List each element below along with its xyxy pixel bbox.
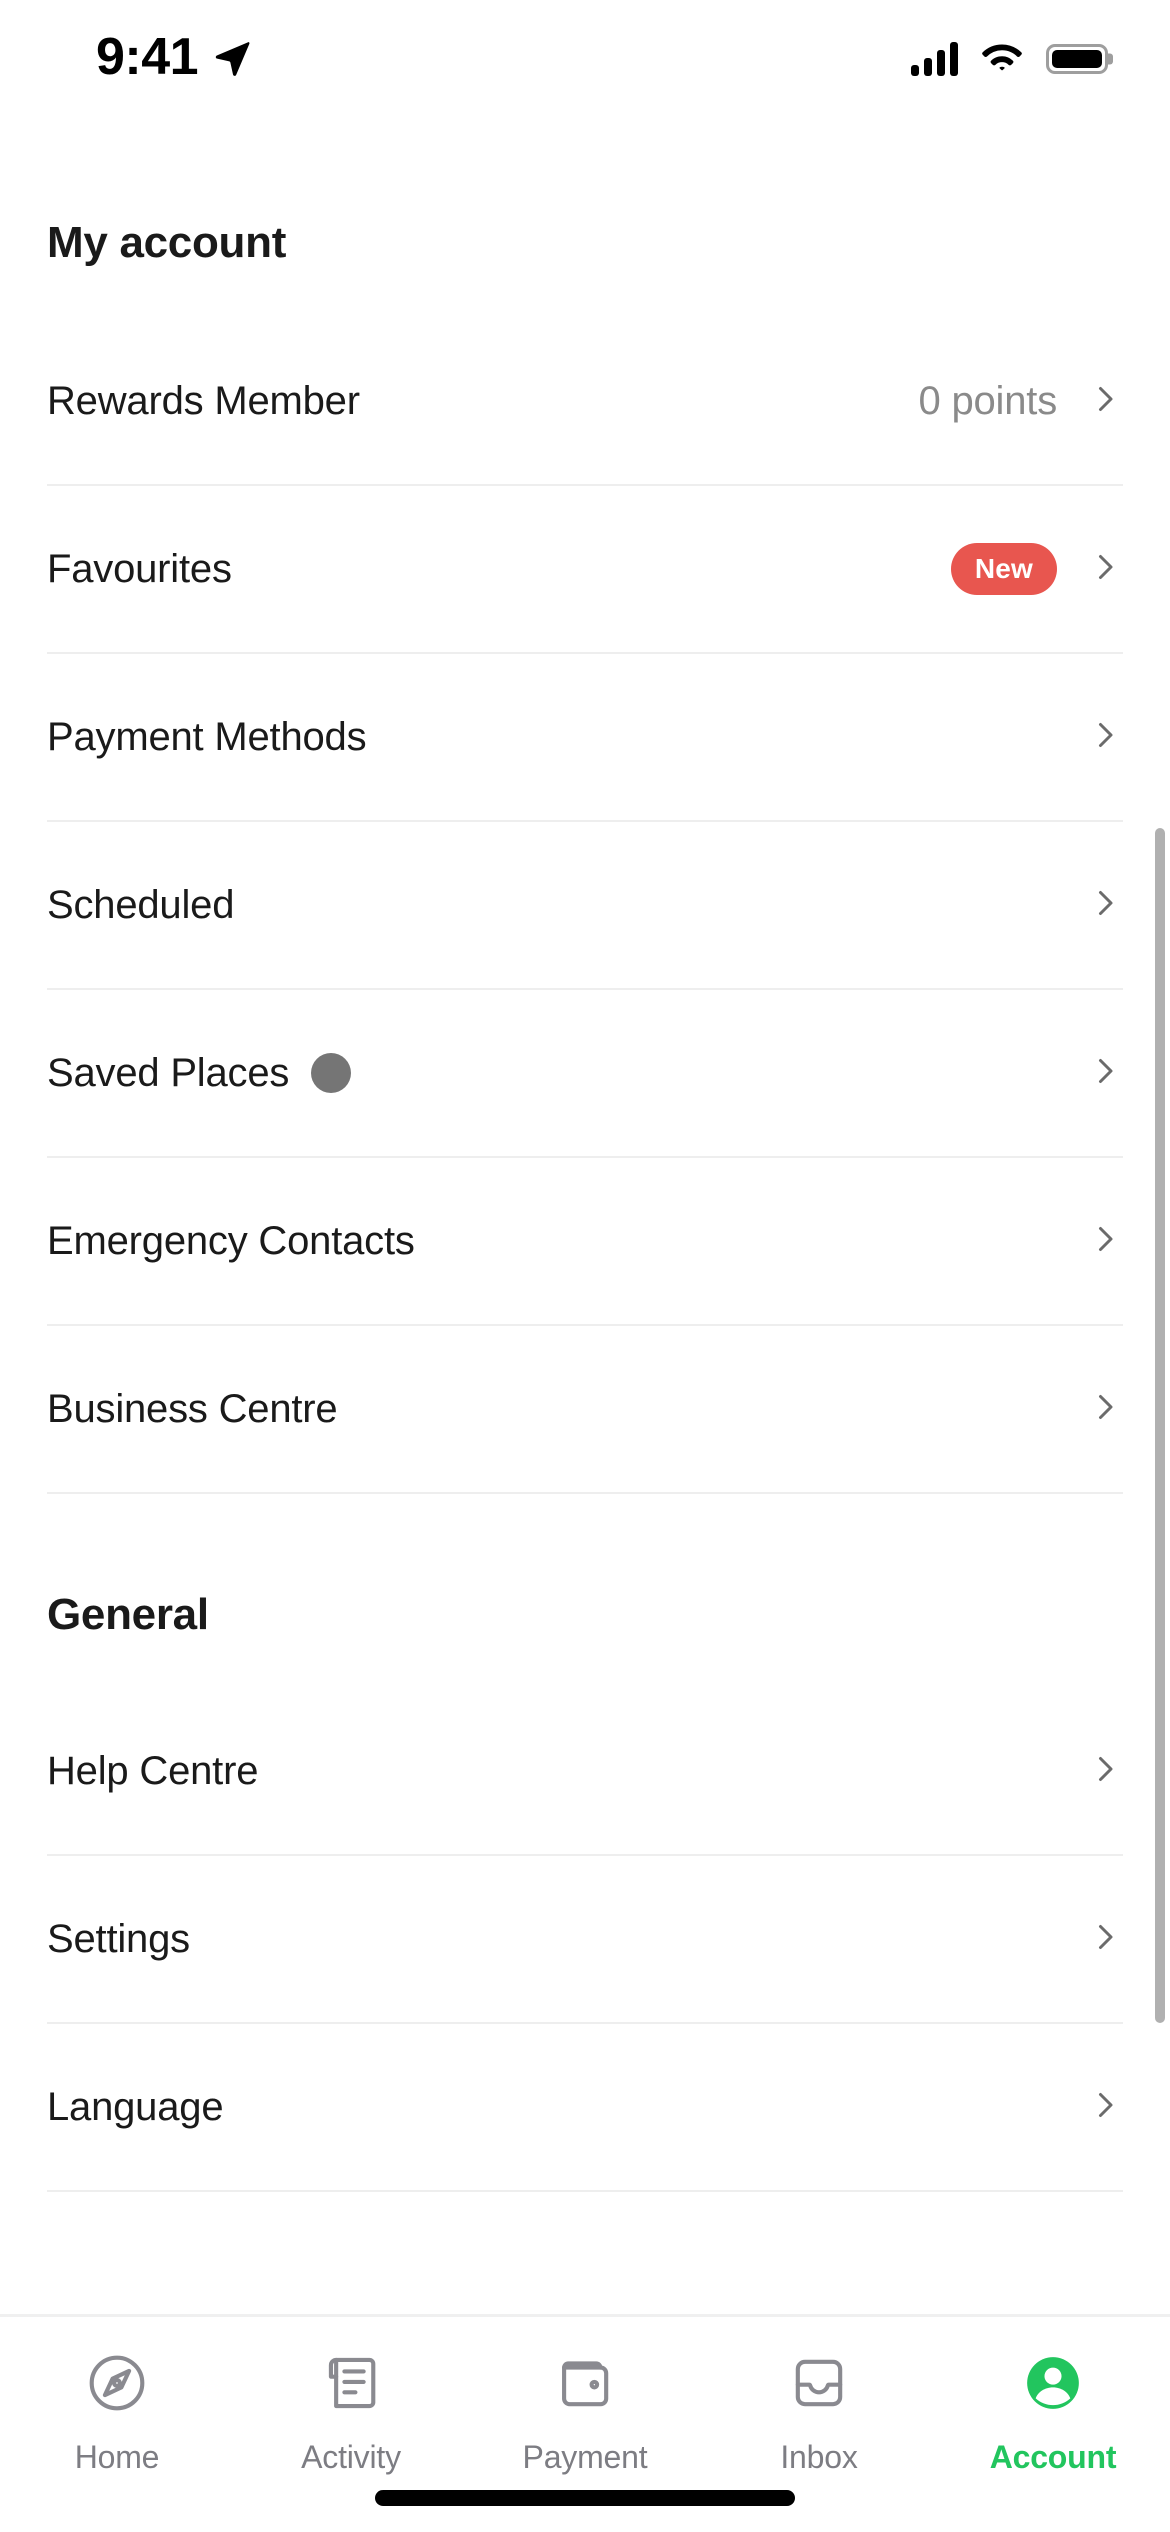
tab-label: Payment [522,2439,648,2475]
status-bar-left: 9:41 [96,31,252,87]
tab-label: Account [989,2439,1117,2475]
row-left: Favourites [47,547,232,592]
tab-payment[interactable]: Payment [468,2345,702,2476]
list-item-label: Scheduled [47,882,235,927]
account-list: Rewards Member 0 points Favourites New P… [47,318,1123,1494]
list-item-business-centre[interactable]: Business Centre [47,1326,1123,1494]
list-item-payment-methods[interactable]: Payment Methods [47,654,1123,822]
wifi-icon [980,40,1024,79]
status-bar-right [911,40,1108,79]
list-item-rewards-member[interactable]: Rewards Member 0 points [47,318,1123,486]
status-badge-new: New [950,543,1057,595]
list-item-label: Language [47,2084,224,2129]
list-item-label: Emergency Contacts [47,1218,415,1263]
list-item-label: Help Centre [47,1748,259,1793]
row-right [1087,1221,1123,1262]
list-item-saved-places[interactable]: Saved Places [47,990,1123,1158]
chevron-right-icon [1087,1221,1123,1262]
status-time: 9:41 [96,28,199,86]
row-left: Rewards Member [47,379,360,424]
list-item-label: Rewards Member [47,378,360,423]
tab-home[interactable]: Home [0,2345,234,2476]
row-left: Payment Methods [47,714,367,760]
list-item-label: Saved Places [47,1050,290,1095]
rewards-points-value: 0 points [918,378,1058,423]
list-item-label: Favourites [47,546,232,591]
list-item-language[interactable]: Language [47,2024,1123,2192]
bottom-tab-bar: Home Activity Payment Inbox Account [0,2314,1170,2532]
tab-activity[interactable]: Activity [234,2345,468,2476]
row-left: Settings [47,1917,190,1962]
list-item-label: Business Centre [47,1386,338,1431]
list-item-label: Payment Methods [47,714,367,759]
battery-full-icon [1046,44,1108,74]
row-right: 0 points [919,379,1124,424]
row-left: Emergency Contacts [47,1219,415,1264]
account-scroll-area[interactable]: My account Rewards Member 0 points Favou… [0,118,1170,2314]
tab-inbox[interactable]: Inbox [702,2345,936,2476]
chevron-right-icon [1087,1053,1123,1094]
home-indicator [375,2490,795,2506]
cellular-signal-icon [911,42,958,76]
chevron-right-icon [1087,549,1123,590]
list-item-label: Settings [47,1916,190,1961]
row-right [1087,2087,1123,2128]
chevron-right-icon [1087,717,1123,758]
inbox-tray-icon [786,2345,852,2421]
compass-icon [84,2345,150,2421]
location-arrow-icon [212,37,252,82]
row-left: Scheduled [47,883,234,928]
account-avatar-icon [1020,2345,1086,2421]
chevron-right-icon [1087,2087,1123,2128]
list-item-settings[interactable]: Settings [47,1856,1123,2024]
status-bar: 9:41 [0,0,1170,118]
tab-account[interactable]: Account [936,2345,1170,2476]
list-item-favourites[interactable]: Favourites New [47,486,1123,654]
wallet-icon [552,2345,618,2421]
row-left: Business Centre [47,1386,338,1432]
row-right [1087,1751,1123,1792]
list-item-scheduled[interactable]: Scheduled [47,822,1123,990]
chevron-right-icon [1087,381,1123,422]
section-header-general: General [47,1590,209,1639]
tab-label: Activity [301,2439,401,2475]
row-right [1087,885,1123,926]
row-right [1087,717,1123,758]
tab-label: Inbox [780,2439,858,2475]
row-right [1087,1919,1123,1960]
chevron-right-icon [1087,1389,1123,1430]
page-title: My account [47,218,287,267]
general-list: Help Centre Settings Language [47,1688,1123,2192]
row-right: New [950,543,1123,595]
list-item-help-centre[interactable]: Help Centre [47,1688,1123,1856]
saved-places-indicator-dot [311,1053,352,1093]
receipt-icon [318,2345,384,2421]
row-left: Help Centre [47,1749,258,1794]
chevron-right-icon [1087,885,1123,926]
row-left: Language [47,2084,224,2130]
vertical-scrollbar[interactable] [1155,828,1165,2023]
tab-label: Home [74,2439,160,2475]
row-left: Saved Places [47,1050,352,1096]
chevron-right-icon [1087,1751,1123,1792]
row-right [1087,1053,1123,1094]
chevron-right-icon [1087,1919,1123,1960]
row-right [1087,1389,1123,1430]
list-item-emergency-contacts[interactable]: Emergency Contacts [47,1158,1123,1326]
app-screen: 9:41 My account Rewards Member 0 points … [0,0,1170,2532]
